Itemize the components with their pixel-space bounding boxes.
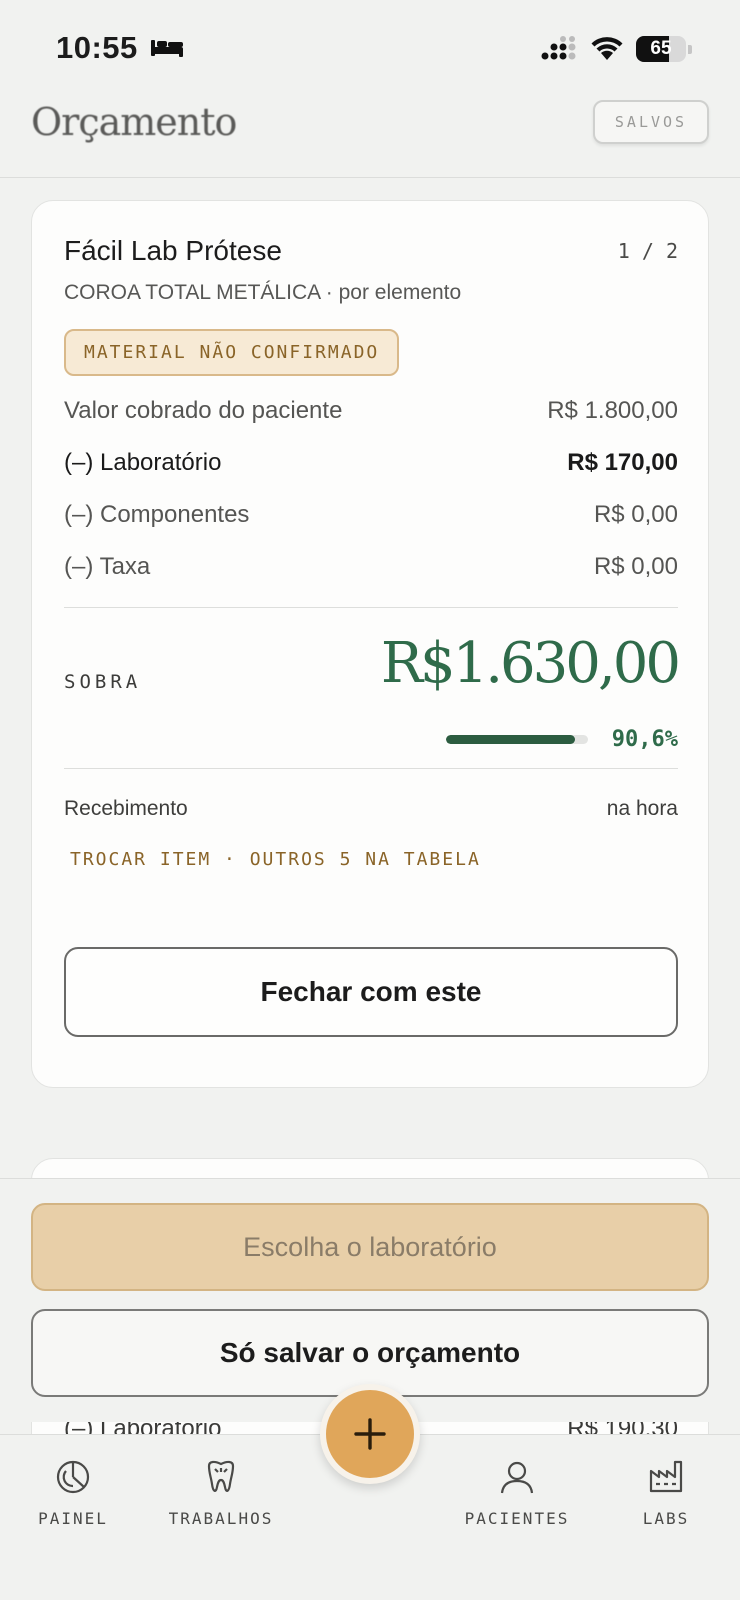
plus-icon — [354, 1418, 386, 1450]
row-patient-charge: Valor cobrado do paciente R$ 1.800,00 — [64, 394, 678, 428]
margin-percentage: 90,6% — [611, 727, 678, 752]
row-label: (–) Taxa — [64, 553, 151, 580]
row-label: Valor cobrado do paciente — [64, 397, 343, 424]
add-button[interactable] — [320, 1384, 420, 1484]
row-value: R$ 170,00 — [567, 449, 678, 476]
card-pager: 1 / 2 — [617, 239, 678, 263]
tooth-icon — [207, 1460, 235, 1492]
material-status-badge: MATERIAL NÃO CONFIRMADO — [64, 329, 400, 376]
tab-label: LABS — [642, 1509, 690, 1528]
tab-label: TRABALHOS — [168, 1509, 274, 1528]
row-fee: (–) Taxa R$ 0,00 — [64, 550, 678, 584]
chart-pie-icon — [56, 1460, 90, 1494]
margin-progress-bar — [446, 735, 588, 744]
row-label: (–) Laboratório — [64, 449, 222, 476]
page-title: Orçamento — [31, 100, 237, 144]
status-time: 10:55 — [56, 30, 138, 65]
bed-icon — [151, 40, 183, 57]
tab-pacientes[interactable]: PACIENTES — [452, 1457, 582, 1528]
factory-icon — [649, 1460, 683, 1493]
divider — [64, 768, 678, 769]
swap-item-link[interactable]: TROCAR ITEM · OUTROS 5 NA TABELA — [70, 849, 481, 870]
tab-trabalhos[interactable]: TRABALHOS — [156, 1457, 286, 1528]
receipt-value: na hora — [606, 797, 678, 820]
row-components: (–) Componentes R$ 0,00 — [64, 498, 678, 532]
status-bar: 10:55 65 — [0, 0, 740, 90]
person-icon — [500, 1461, 534, 1494]
wifi-icon — [591, 37, 623, 60]
item-description: COROA TOTAL METÁLICA · por elemento — [64, 281, 462, 304]
budget-card: Fácil Lab Prótese 1 / 2 COROA TOTAL METÁ… — [31, 200, 709, 1088]
divider — [64, 607, 678, 608]
leftover-value: R$1.630,00 — [380, 631, 681, 696]
battery-level: 65 — [650, 38, 672, 59]
margin-progress-fill — [446, 735, 575, 744]
choose-lab-button[interactable]: Escolha o laboratório — [31, 1203, 709, 1291]
lab-name: Fácil Lab Prótese — [64, 235, 282, 266]
receipt-label: Recebimento — [64, 797, 188, 820]
tab-painel[interactable]: PAINEL — [8, 1457, 138, 1528]
row-label: (–) Componentes — [64, 501, 250, 528]
row-value: R$ 0,00 — [593, 553, 678, 580]
tab-label: PAINEL — [38, 1509, 108, 1528]
leftover-label: SOBRA — [64, 671, 142, 693]
row-laboratory: (–) Laboratório R$ 170,00 — [64, 446, 678, 480]
row-value: R$ 0,00 — [593, 501, 678, 528]
battery-indicator: 65 — [636, 36, 692, 62]
tab-labs[interactable]: LABS — [601, 1457, 731, 1528]
row-value: R$ 1.800,00 — [547, 397, 678, 424]
saved-button[interactable]: SALVOS — [593, 100, 709, 144]
tab-label: PACIENTES — [464, 1509, 570, 1528]
page-header: Orçamento SALVOS — [0, 90, 740, 178]
cellular-signal-icon — [541, 36, 576, 60]
close-with-this-button[interactable]: Fechar com este — [64, 947, 678, 1037]
